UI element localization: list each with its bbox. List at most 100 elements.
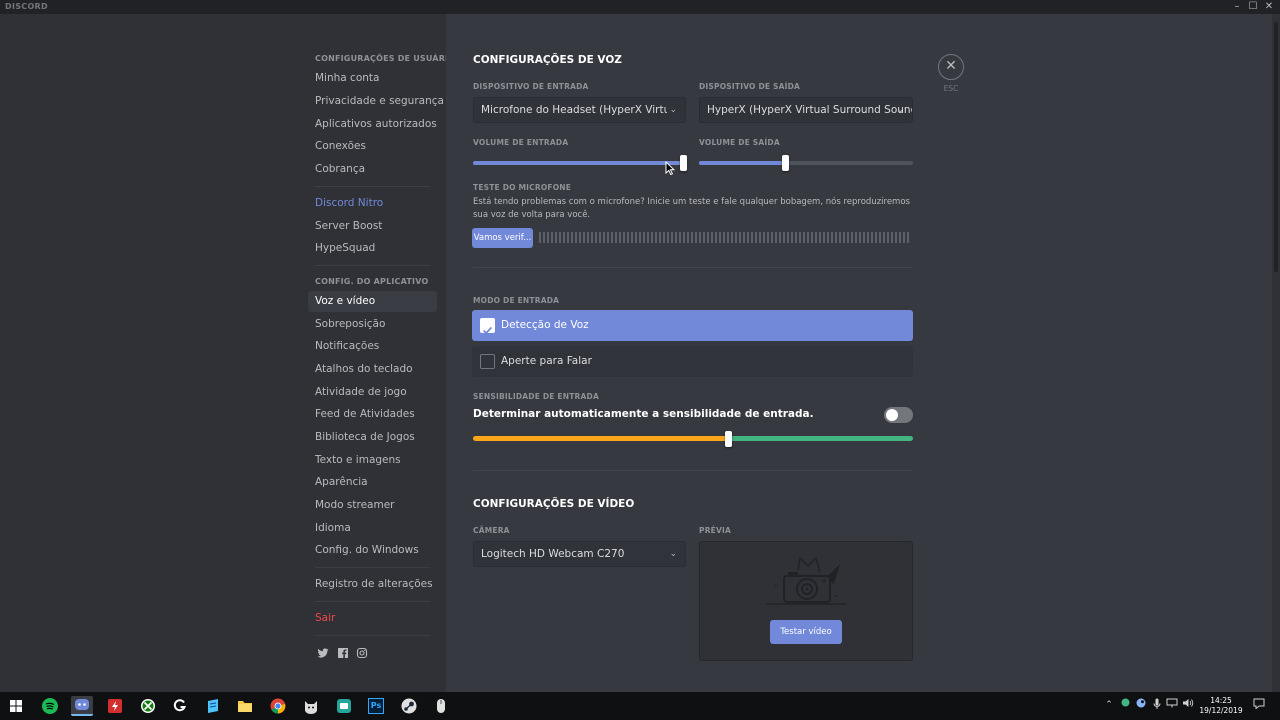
notification-center-icon[interactable] [1252,698,1266,712]
sidebar-item-authorized-apps[interactable]: Aplicativos autorizados [308,114,437,135]
photoshop-icon[interactable]: Ps [365,696,387,716]
mic-meter-bar [867,232,869,243]
window-title: DISCORD [5,2,48,11]
twitter-icon[interactable] [317,647,329,659]
mic-meter-bar [635,232,637,243]
mic-meter-bar [671,232,673,243]
sidebar-item-discord-nitro[interactable]: Discord Nitro [308,193,437,214]
app-cat-icon[interactable] [300,696,322,716]
mic-test-label: TESTE DO MICROFONE [473,183,572,192]
checkmark-icon [482,326,493,335]
tray-status-icon[interactable] [1119,698,1131,712]
sidebar-item-streamer-mode[interactable]: Modo streamer [308,495,437,516]
mic-meter-bar [863,232,865,243]
xbox-icon[interactable] [137,696,159,716]
checkbox-unchecked[interactable] [480,354,495,369]
mic-meter-bar [587,232,589,243]
spotify-icon[interactable] [39,696,61,716]
scrollbar-thumb[interactable] [1274,22,1278,272]
input-mode-voice-activity[interactable]: Detecção de Voz [472,310,913,341]
auto-sensitivity-toggle[interactable] [884,407,913,423]
mic-test-button[interactable]: Vamos verif... [472,228,533,248]
mic-meter-bar [615,232,617,243]
app-mouse-icon[interactable] [430,696,452,716]
mic-meter-bar [771,232,773,243]
close-settings-button[interactable]: ✕ [938,54,964,80]
chevron-down-icon: ⌄ [669,105,677,115]
close-window-icon[interactable]: ✕ [1260,0,1278,14]
mic-meter-bar [591,232,593,243]
sidebar-item-billing[interactable]: Cobrança [308,159,437,180]
sidebar-item-voice-video[interactable]: Voz e vídeo [308,291,437,312]
clock-time: 14:25 [1210,696,1232,705]
mic-meter-bar [847,232,849,243]
mic-meter-bar [623,232,625,243]
sidebar-item-privacy[interactable]: Privacidade e segurança [308,91,444,112]
mic-meter-bar [707,232,709,243]
mic-meter-bar [859,232,861,243]
sidebar-item-notifications[interactable]: Notificações [308,336,437,357]
app-settings-header: CONFIG. DO APLICATIVO [315,277,429,286]
input-volume-slider[interactable] [473,155,687,171]
instagram-icon[interactable] [356,647,368,659]
sidebar-item-my-account[interactable]: Minha conta [308,68,437,89]
mic-meter-bar [907,232,909,243]
sidebar-item-hypesquad[interactable]: HypeSquad [308,238,437,259]
mic-meter-bar [699,232,701,243]
sidebar-item-overlay[interactable]: Sobreposição [308,314,437,335]
file-explorer-icon[interactable] [234,696,256,716]
content-scrollbar[interactable] [1272,14,1280,692]
sidebar-item-connections[interactable]: Conexões [308,136,437,157]
mic-meter-bar [875,232,877,243]
mic-meter-bar [839,232,841,243]
camera-value: Logitech HD Webcam C270 [481,548,625,560]
sidebar-item-game-activity[interactable]: Atividade de jogo [308,382,437,403]
mic-meter-bar [583,232,585,243]
sensitivity-slider[interactable] [473,436,913,441]
mic-meter-bar [607,232,609,243]
tray-network-icon[interactable] [1166,698,1178,712]
output-volume-slider[interactable] [699,155,913,171]
output-device-select[interactable]: HyperX (HyperX Virtual Surround Sound) ⌄ [699,97,913,123]
sidebar-item-changelog[interactable]: Registro de alterações [308,574,437,595]
output-volume-fill [699,161,785,165]
windows-start-icon[interactable] [5,696,27,716]
sidebar-item-appearance[interactable]: Aparência [308,472,437,493]
tray-chevron-up-icon[interactable]: ⌃ [1103,698,1115,712]
checkbox-checked[interactable] [480,318,495,335]
app-red-icon[interactable] [104,696,126,716]
taskbar-clock[interactable]: 14:25 19/12/2019 [1196,696,1246,716]
output-volume-handle[interactable] [782,155,789,171]
mic-meter-bar [595,232,597,243]
tray-steam-icon[interactable] [1135,698,1147,712]
camera-select[interactable]: Logitech HD Webcam C270 ⌄ [473,541,686,567]
sidebar-item-activity-feed[interactable]: Feed de Atividades [308,404,437,425]
sensitivity-handle[interactable] [725,431,732,447]
sidebar-item-game-library[interactable]: Biblioteca de Jogos [308,427,437,448]
sidebar-item-keybinds[interactable]: Atalhos do teclado [308,359,437,380]
steam-icon[interactable] [398,696,420,716]
mic-meter-bar [559,232,561,243]
sidebar-item-text-images[interactable]: Texto e imagens [308,450,437,471]
discord-icon[interactable] [71,696,93,716]
app-notes-icon[interactable] [202,696,224,716]
app-green-icon[interactable] [333,696,355,716]
input-volume-handle[interactable] [680,155,687,171]
chrome-icon[interactable] [267,696,289,716]
input-mode-push-to-talk[interactable]: Aperte para Falar [472,346,913,377]
sidebar-divider [315,567,430,568]
input-device-select[interactable]: Microfone do Headset (HyperX Virtual Sur… [473,97,686,123]
sidebar-item-language[interactable]: Idioma [308,518,437,539]
app-g-icon[interactable] [169,696,191,716]
mic-meter-bar [715,232,717,243]
facebook-icon[interactable] [337,647,349,659]
sidebar-item-server-boost[interactable]: Server Boost [308,216,437,237]
mouse-cursor-icon [665,161,675,175]
sidebar-item-logout[interactable]: Sair [308,608,437,629]
mic-meter-bar [683,232,685,243]
test-video-button[interactable]: Testar vídeo [770,620,842,644]
sidebar-item-windows-settings[interactable]: Config. do Windows [308,540,437,561]
mic-meter-bar [883,232,885,243]
tray-mic-icon[interactable] [1151,698,1163,712]
tray-volume-icon[interactable] [1182,698,1194,712]
